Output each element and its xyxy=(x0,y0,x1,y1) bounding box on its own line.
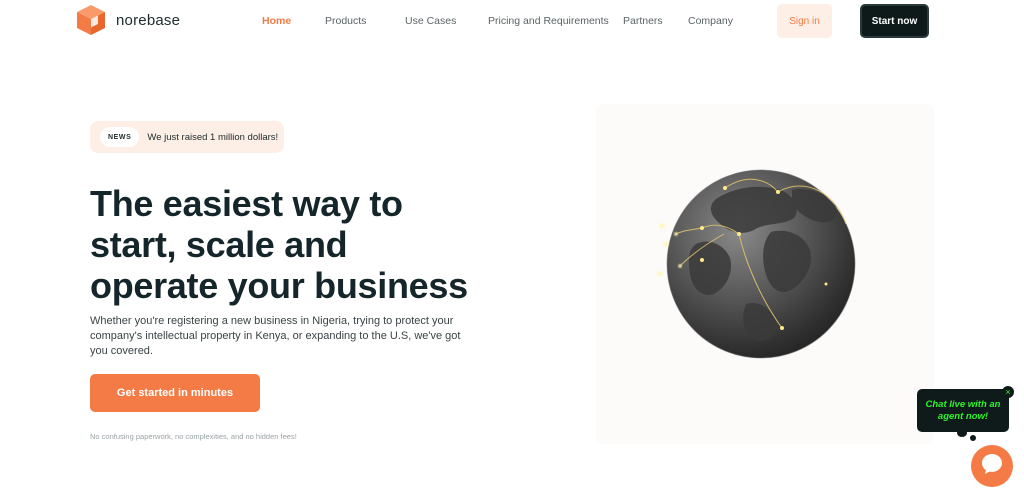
chat-live-bubble[interactable]: Chat live with an agent now! xyxy=(917,389,1009,432)
headline-line-2: start, scale and xyxy=(90,224,348,265)
globe-card xyxy=(596,104,934,444)
nav-item-home[interactable]: Home xyxy=(262,15,291,27)
top-navbar: norebase Home Products Use Cases Pricing… xyxy=(0,0,1024,44)
nav-item-partners[interactable]: Partners xyxy=(623,15,663,27)
headline-line-3: operate your business xyxy=(90,265,468,306)
sign-in-button[interactable]: Sign in xyxy=(777,4,832,38)
news-badge: NEWS xyxy=(100,127,140,147)
hero-subtext: Whether you're registering a new busines… xyxy=(90,315,461,357)
chat-close-icon[interactable]: × xyxy=(1002,386,1014,398)
cube-logo-icon xyxy=(76,4,106,36)
get-started-button[interactable]: Get started in minutes xyxy=(90,374,260,412)
nav-item-company[interactable]: Company xyxy=(688,15,733,27)
hero-fineprint: No confusing paperwork, no complexities,… xyxy=(90,432,297,441)
chat-tail-dot xyxy=(957,429,967,437)
news-banner[interactable]: NEWS We just raised 1 million dollars! xyxy=(90,121,284,153)
brand-name: norebase xyxy=(116,11,181,29)
chat-tail-dot-small xyxy=(970,435,976,441)
globe-illustration xyxy=(656,169,856,359)
headline-line-1: The easiest way to xyxy=(90,183,403,224)
brand-logo[interactable]: norebase xyxy=(76,4,180,36)
nav-item-pricing[interactable]: Pricing and Requirements xyxy=(488,15,609,27)
chat-bubble-icon xyxy=(980,452,1004,481)
chat-launcher-button[interactable] xyxy=(971,445,1013,487)
start-now-button[interactable]: Start now xyxy=(860,4,929,38)
hero-headline: The easiest way to start, scale and oper… xyxy=(90,183,510,306)
nav-item-products[interactable]: Products xyxy=(325,15,366,27)
news-text: We just raised 1 million dollars! xyxy=(147,131,279,143)
page: norebase Home Products Use Cases Pricing… xyxy=(0,0,1024,491)
nav-item-use-cases[interactable]: Use Cases xyxy=(405,15,456,27)
